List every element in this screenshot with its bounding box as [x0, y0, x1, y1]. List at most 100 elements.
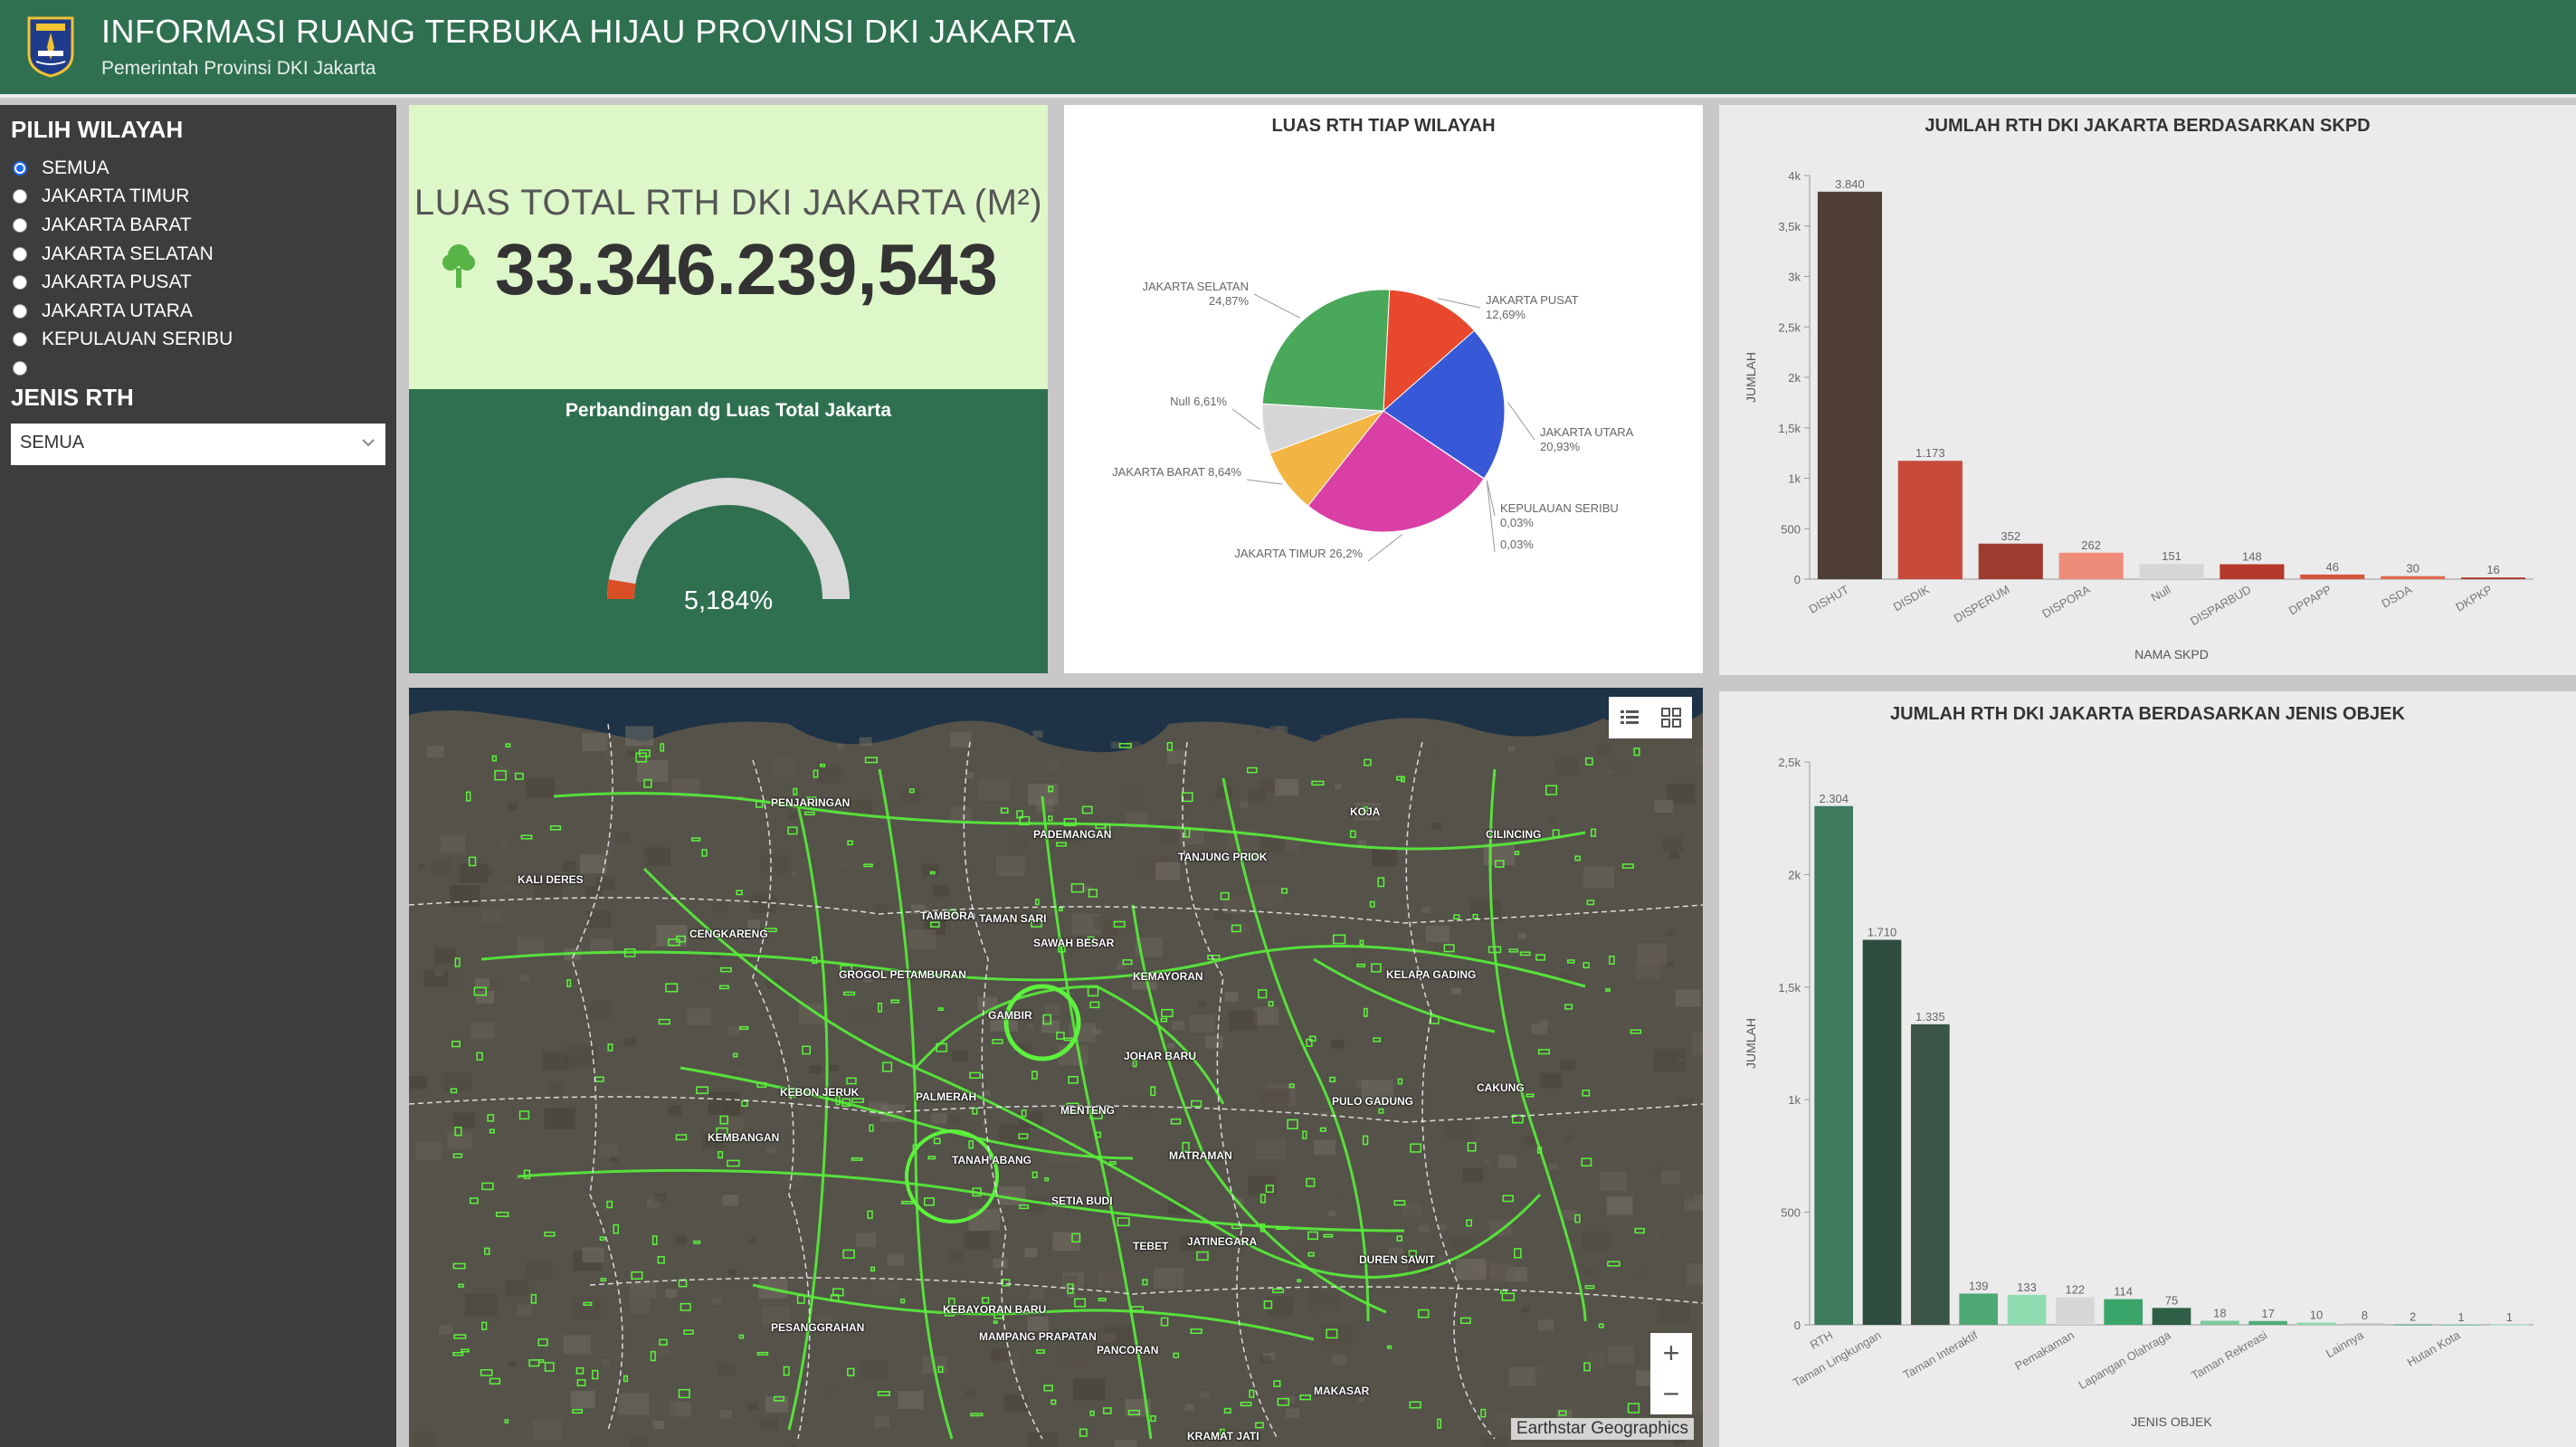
bar[interactable] [1897, 461, 1963, 579]
bar[interactable] [2056, 1297, 2095, 1325]
jenis-rth-selected-value: SEMUA [20, 433, 85, 452]
x-category-label: DPPAPP [2286, 583, 2334, 618]
radio-button[interactable] [13, 189, 27, 205]
x-category-label: Hutan Kota [2405, 1328, 2463, 1369]
district-label: MENTENG [1060, 1104, 1115, 1117]
map-texture [1667, 930, 1676, 937]
y-tick-label: 1k [1788, 1093, 1801, 1107]
map-texture [598, 1144, 619, 1158]
basemap-gallery-icon[interactable] [1659, 706, 1683, 729]
pie-leader-line [1486, 481, 1496, 553]
map-texture [948, 1115, 961, 1125]
map-texture [1126, 741, 1141, 752]
map-texture [754, 1415, 760, 1420]
map-texture [855, 1179, 864, 1185]
legend-list-icon[interactable] [1618, 706, 1641, 729]
map-texture [946, 1249, 965, 1261]
map-texture [1608, 1346, 1634, 1365]
bar[interactable] [1814, 805, 1853, 1325]
wilayah-option[interactable]: SEMUA [13, 154, 233, 183]
map-texture [675, 1236, 688, 1244]
bar[interactable] [2441, 1324, 2481, 1326]
radio-button[interactable] [13, 303, 27, 319]
bar[interactable] [2345, 1323, 2384, 1325]
map-texture [601, 1359, 611, 1366]
map-texture [760, 1418, 779, 1431]
bar-value-label: 75 [2165, 1293, 2178, 1307]
radio-button[interactable] [13, 275, 27, 290]
wilayah-option[interactable]: JAKARTA SELATAN [13, 240, 233, 269]
map-texture [1599, 1171, 1627, 1191]
pie-slice-label: JAKARTA UTARA 20,93% [1540, 425, 1634, 453]
map-texture [1356, 839, 1366, 846]
map-texture [509, 1360, 517, 1366]
map-texture [1002, 1423, 1032, 1444]
bar[interactable] [1862, 939, 1902, 1325]
map-texture [623, 1037, 636, 1046]
bar[interactable] [2139, 564, 2204, 579]
bar[interactable] [2381, 576, 2446, 579]
bar[interactable] [2201, 1320, 2239, 1325]
pie-slice[interactable] [1261, 289, 1391, 412]
map-texture [1171, 1021, 1185, 1031]
jakarta-crest-icon [27, 16, 74, 78]
map-texture [900, 789, 921, 804]
bar[interactable] [2300, 574, 2365, 579]
map-texture [449, 885, 480, 907]
map-texture [1003, 890, 1015, 899]
bar[interactable] [2490, 1324, 2529, 1326]
bar[interactable] [2220, 564, 2285, 579]
rth-map[interactable]: PENJARINGAN PADEMANGAN TANJUNG PRIOK KOJA CI… [409, 688, 1703, 1447]
map-texture [1585, 1268, 1595, 1276]
district-label: JATINEGARA [1187, 1235, 1258, 1248]
radio-button[interactable] [13, 217, 27, 233]
map-texture [562, 861, 576, 871]
bar[interactable] [1911, 1023, 1950, 1325]
district-label: PADEMANGAN [1033, 828, 1112, 841]
x-category-label: Null [2149, 583, 2173, 605]
bar-value-label: 1 [2457, 1310, 2464, 1324]
zoom-out-button[interactable]: − [1663, 1377, 1680, 1411]
bar[interactable] [1959, 1293, 1998, 1325]
map-texture [1636, 962, 1661, 980]
radio-button[interactable] [13, 246, 27, 262]
map-texture [968, 1208, 1001, 1232]
wilayah-option[interactable]: JAKARTA BARAT [13, 211, 233, 240]
bar[interactable] [1817, 191, 1882, 579]
district-label: KEBAYORAN BARU [943, 1303, 1047, 1316]
map-texture [1540, 1020, 1549, 1027]
pie-leader-line [1367, 534, 1403, 562]
bar[interactable] [2058, 552, 2124, 579]
radio-button[interactable] [13, 332, 27, 347]
wilayah-option[interactable]: JAKARTA UTARA [13, 297, 233, 326]
map-texture [532, 1419, 562, 1441]
bar[interactable] [2007, 1294, 2047, 1325]
map-texture [1266, 1296, 1294, 1316]
bar[interactable] [2393, 1324, 2432, 1326]
map-texture [1058, 1347, 1087, 1367]
wilayah-option[interactable]: JAKARTA PUSAT [13, 268, 233, 297]
bar[interactable] [2296, 1322, 2336, 1325]
wilayah-option[interactable]: JAKARTA TIMUR [13, 183, 233, 212]
wilayah-option[interactable]: KEPULAUAN SERIBU [13, 326, 233, 355]
radio-button[interactable] [13, 360, 27, 376]
bar[interactable] [2248, 1320, 2287, 1325]
bar[interactable] [2104, 1299, 2143, 1325]
bar[interactable] [2461, 577, 2526, 579]
map-texture [627, 750, 635, 757]
bar[interactable] [1978, 543, 2043, 579]
pie-leader-line [1231, 408, 1260, 430]
map-texture [809, 1065, 822, 1074]
jenis-rth-select[interactable]: SEMUA [11, 424, 385, 465]
map-texture [514, 827, 525, 835]
wilayah-option[interactable] [13, 354, 233, 383]
district-label: PANCORAN [1097, 1344, 1159, 1357]
y-tick-label: 3,5k [1778, 220, 1801, 233]
zoom-controls: + − [1650, 1333, 1692, 1414]
map-texture [875, 905, 888, 914]
radio-button[interactable] [13, 160, 27, 176]
map-texture [604, 747, 623, 762]
zoom-in-button[interactable]: + [1663, 1337, 1680, 1370]
bar-value-label: 16 [2486, 563, 2499, 576]
bar[interactable] [2152, 1308, 2191, 1325]
